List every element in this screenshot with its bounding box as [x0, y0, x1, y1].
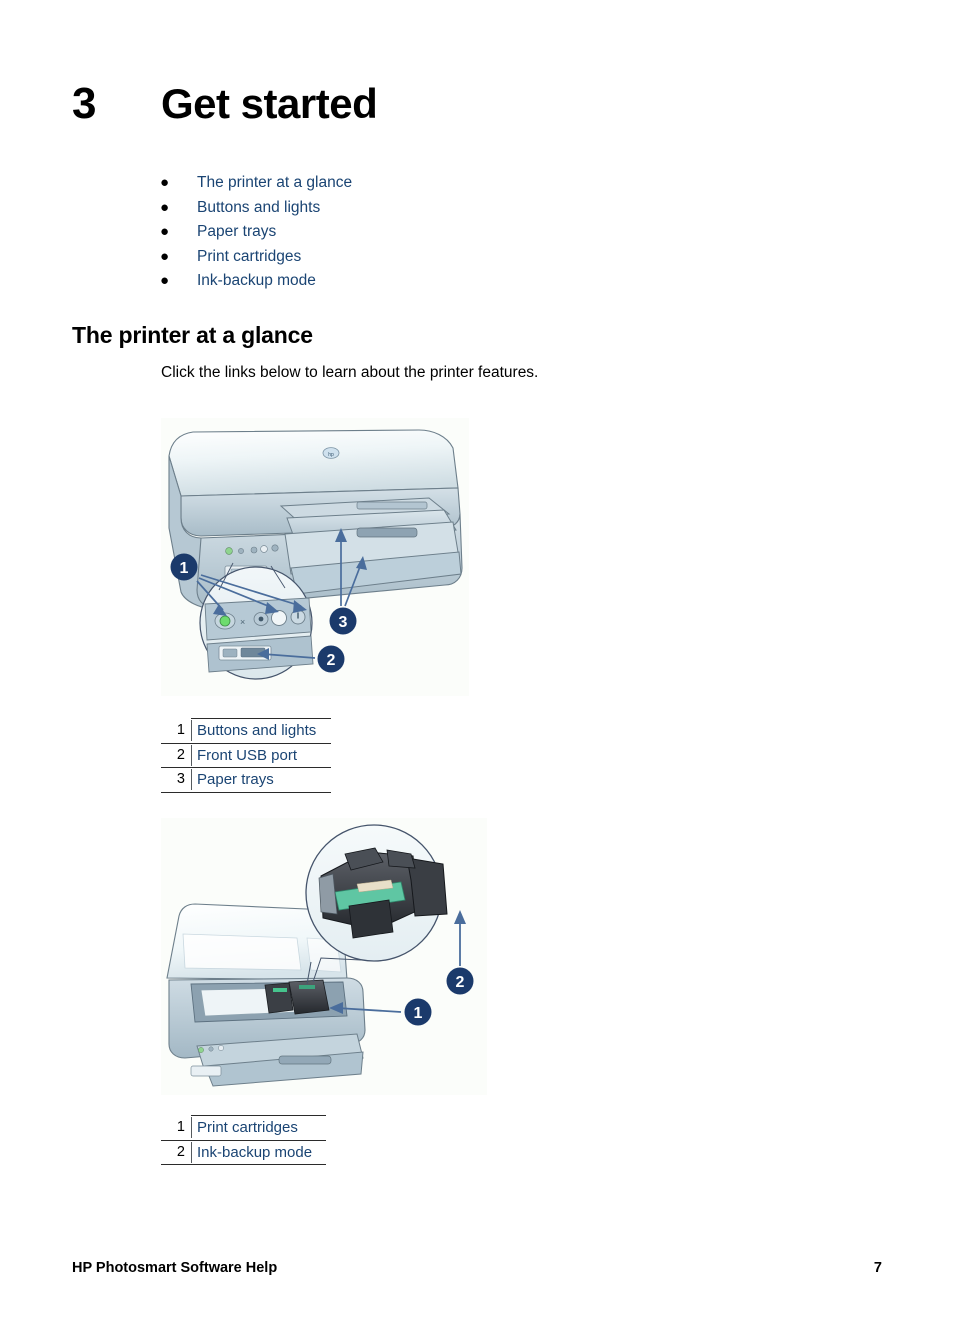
printer-front-illustration: hp × 1 2 3	[161, 418, 469, 696]
svg-text:3: 3	[339, 614, 348, 631]
list-item[interactable]: ● The printer at a glance	[160, 171, 680, 196]
resume-button-icon	[250, 546, 258, 554]
callout-badge-2-fig2: 2	[446, 967, 474, 995]
cartridge-nozzle-plate	[348, 899, 394, 939]
figure-printer-front-view: hp × 1 2 3	[161, 418, 469, 696]
printer-top-cover	[168, 429, 459, 497]
legend-label-buttons-and-lights[interactable]: Buttons and lights	[193, 718, 316, 743]
legend-label-ink-backup-mode[interactable]: Ink-backup mode	[193, 1140, 312, 1165]
table-divider	[191, 1117, 192, 1138]
legend-number: 2	[176, 746, 185, 763]
print-cartridge-tri-color	[264, 982, 294, 1014]
front-usb-port-2	[190, 1065, 222, 1077]
tray-handle	[356, 527, 418, 538]
link-the-printer-at-a-glance[interactable]: The printer at a glance	[197, 171, 352, 196]
chapter-heading: 3 Get started	[72, 78, 882, 134]
bullet-icon: ●	[160, 247, 170, 265]
svg-text:hp: hp	[328, 452, 334, 458]
list-item[interactable]: ● Buttons and lights	[160, 196, 680, 221]
bullet-icon: ●	[160, 174, 170, 191]
table-divider	[191, 1141, 192, 1163]
section-intro-text: Click the links below to learn about the…	[161, 364, 539, 381]
svg-text:1: 1	[414, 1005, 423, 1022]
callout-badge-2: 2	[317, 645, 345, 673]
table-rule-bottom	[161, 791, 331, 793]
legend-number: 1	[176, 1119, 185, 1135]
svg-text:×: ×	[240, 617, 245, 627]
cartridge-label-green	[273, 988, 287, 992]
printer-open-illustration: 1 2	[161, 818, 487, 1095]
paper-width-guide	[356, 501, 428, 510]
chapter-title: Get started	[161, 80, 378, 127]
footer-page-number: 7	[873, 1260, 882, 1276]
callout-badge-1-fig2: 1	[404, 998, 432, 1026]
svg-text:2: 2	[456, 974, 465, 991]
legend-number: 3	[176, 771, 185, 788]
link-print-cartridges[interactable]: Print cartridges	[197, 245, 301, 270]
power-light-detail-icon	[219, 615, 231, 627]
figure-printer-cartridges: 1 2	[161, 818, 487, 1095]
callout-badge-3: 3	[329, 607, 357, 635]
power-light-icon	[225, 547, 233, 555]
chapter-link-list: ● The printer at a glance ● Buttons and …	[160, 171, 680, 294]
legend-label-print-cartridges[interactable]: Print cartridges	[193, 1115, 298, 1140]
chapter-number: 3	[72, 79, 97, 128]
list-item[interactable]: ● Paper trays	[160, 220, 680, 245]
legend-label-front-usb-port[interactable]: Front USB port	[193, 743, 297, 768]
legend-number: 1	[176, 722, 185, 738]
power-light-icon-2	[198, 1047, 204, 1053]
legend-label-paper-trays[interactable]: Paper trays	[193, 767, 274, 792]
bullet-icon: ●	[160, 198, 170, 216]
table-divider	[191, 769, 192, 791]
cancel-button-detail-icon	[258, 616, 264, 622]
bullet-icon: ●	[160, 223, 170, 241]
document-page: 3 Get started ● The printer at a glance …	[0, 0, 954, 1321]
legend-number: 2	[176, 1143, 185, 1160]
status-light-icon	[271, 544, 279, 552]
section-heading: The printer at a glance	[72, 322, 313, 348]
svg-text:1: 1	[180, 560, 189, 577]
svg-text:2: 2	[327, 652, 336, 669]
table-divider	[191, 720, 192, 741]
bullet-icon: ●	[160, 272, 170, 290]
link-buttons-and-lights[interactable]: Buttons and lights	[197, 196, 320, 221]
link-ink-backup-mode[interactable]: Ink-backup mode	[197, 269, 316, 294]
list-item[interactable]: ● Print cartridges	[160, 245, 680, 270]
list-item[interactable]: ● Ink-backup mode	[160, 269, 680, 294]
callout-badge-1: 1	[170, 553, 198, 581]
tray-handle-2	[278, 1055, 332, 1065]
table-divider	[191, 744, 192, 766]
power-button-icon	[260, 545, 268, 553]
link-paper-trays[interactable]: Paper trays	[197, 220, 276, 245]
cancel-button-icon	[238, 548, 244, 554]
footer-title: HP Photosmart Software Help	[72, 1260, 278, 1276]
table-rule-bottom	[161, 1164, 326, 1166]
